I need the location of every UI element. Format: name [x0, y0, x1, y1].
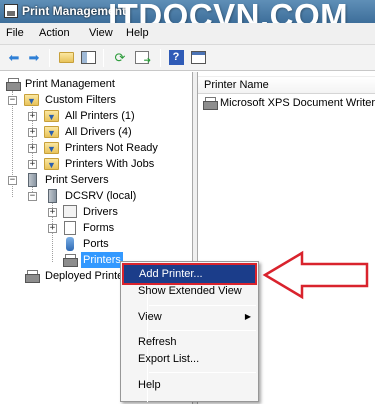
- submenu-arrow-icon: ▶: [244, 312, 251, 321]
- annotation-arrow-icon: [262, 250, 369, 300]
- tree-label: All Printers (1): [65, 110, 135, 122]
- menu-view[interactable]: View: [89, 27, 113, 39]
- forms-icon: [64, 221, 76, 235]
- context-menu: Add Printer... Show Extended View View ▶…: [120, 261, 259, 402]
- expand-icon[interactable]: +: [28, 160, 37, 169]
- tree-label: Printers With Jobs: [65, 158, 155, 170]
- menu-item-add-printer[interactable]: Add Printer...: [122, 263, 257, 285]
- tree-label: Deployed Printe: [45, 270, 124, 282]
- server-icon: [48, 189, 57, 203]
- tree-label: Printers Not Ready: [65, 142, 158, 154]
- pane-icon[interactable]: [188, 48, 208, 67]
- menu-bar: File Action View Help: [0, 23, 375, 45]
- expand-icon[interactable]: +: [28, 112, 37, 121]
- tree-label: Print Servers: [45, 174, 109, 186]
- tree-label: Custom Filters: [45, 94, 116, 106]
- help-icon[interactable]: ?: [166, 48, 186, 67]
- port-icon: [66, 237, 74, 251]
- printer-icon: [202, 95, 218, 111]
- tree-label: Printers: [81, 252, 123, 268]
- expand-icon[interactable]: +: [48, 208, 57, 217]
- printer-icon: [62, 252, 78, 268]
- collapse-icon[interactable]: −: [8, 176, 17, 185]
- tree-label: DCSRV (local): [65, 190, 137, 202]
- toolbar: ⬅ ➡ ⟳ ➜ ?: [0, 45, 375, 71]
- collapse-icon[interactable]: −: [28, 192, 37, 201]
- drivers-icon: [63, 205, 77, 218]
- menu-help[interactable]: Help: [126, 27, 149, 39]
- filter-folder-icon: ▼: [44, 110, 59, 122]
- up-folder-icon[interactable]: [56, 48, 76, 67]
- refresh-icon[interactable]: ⟳: [110, 48, 130, 67]
- menu-item-export-list[interactable]: Export List...: [123, 350, 256, 368]
- tree-label: All Drivers (4): [65, 126, 132, 138]
- filter-folder-icon: ▼: [44, 142, 59, 154]
- menu-item-refresh[interactable]: Refresh: [123, 333, 256, 351]
- column-header-printer-name[interactable]: Printer Name: [198, 76, 375, 94]
- tree-label: Print Management: [25, 78, 115, 90]
- menu-action[interactable]: Action: [39, 27, 70, 39]
- back-arrow-icon[interactable]: ⬅: [4, 48, 24, 67]
- collapse-icon[interactable]: −: [8, 96, 17, 105]
- print-management-icon: [4, 4, 18, 18]
- print-management-icon: [5, 76, 21, 92]
- menu-item-help[interactable]: Help: [123, 376, 256, 394]
- filter-folder-icon: ▼: [44, 158, 59, 170]
- show-hide-tree-icon[interactable]: [78, 48, 98, 67]
- filter-folder-icon: ▼: [44, 126, 59, 138]
- tree-label: Drivers: [83, 206, 118, 218]
- menu-item-view[interactable]: View ▶: [123, 308, 256, 326]
- title-bar: Print Management ITDOCVN.COM: [0, 0, 375, 34]
- menu-file[interactable]: File: [6, 27, 24, 39]
- filter-folder-icon: ▼: [24, 94, 39, 106]
- tree-label: Ports: [83, 238, 109, 250]
- export-icon[interactable]: ➜: [132, 48, 152, 67]
- printer-icon: [24, 268, 40, 284]
- menu-item-show-extended-view[interactable]: Show Extended View: [123, 282, 256, 300]
- tree-label: Forms: [83, 222, 115, 234]
- server-icon: [28, 173, 37, 187]
- expand-icon[interactable]: +: [28, 144, 37, 153]
- expand-icon[interactable]: +: [48, 224, 57, 233]
- expand-icon[interactable]: +: [28, 128, 37, 137]
- list-item-label: Microsoft XPS Document Writer: [220, 97, 375, 109]
- forward-arrow-icon[interactable]: ➡: [24, 48, 44, 67]
- menu-item-label: View: [138, 311, 162, 323]
